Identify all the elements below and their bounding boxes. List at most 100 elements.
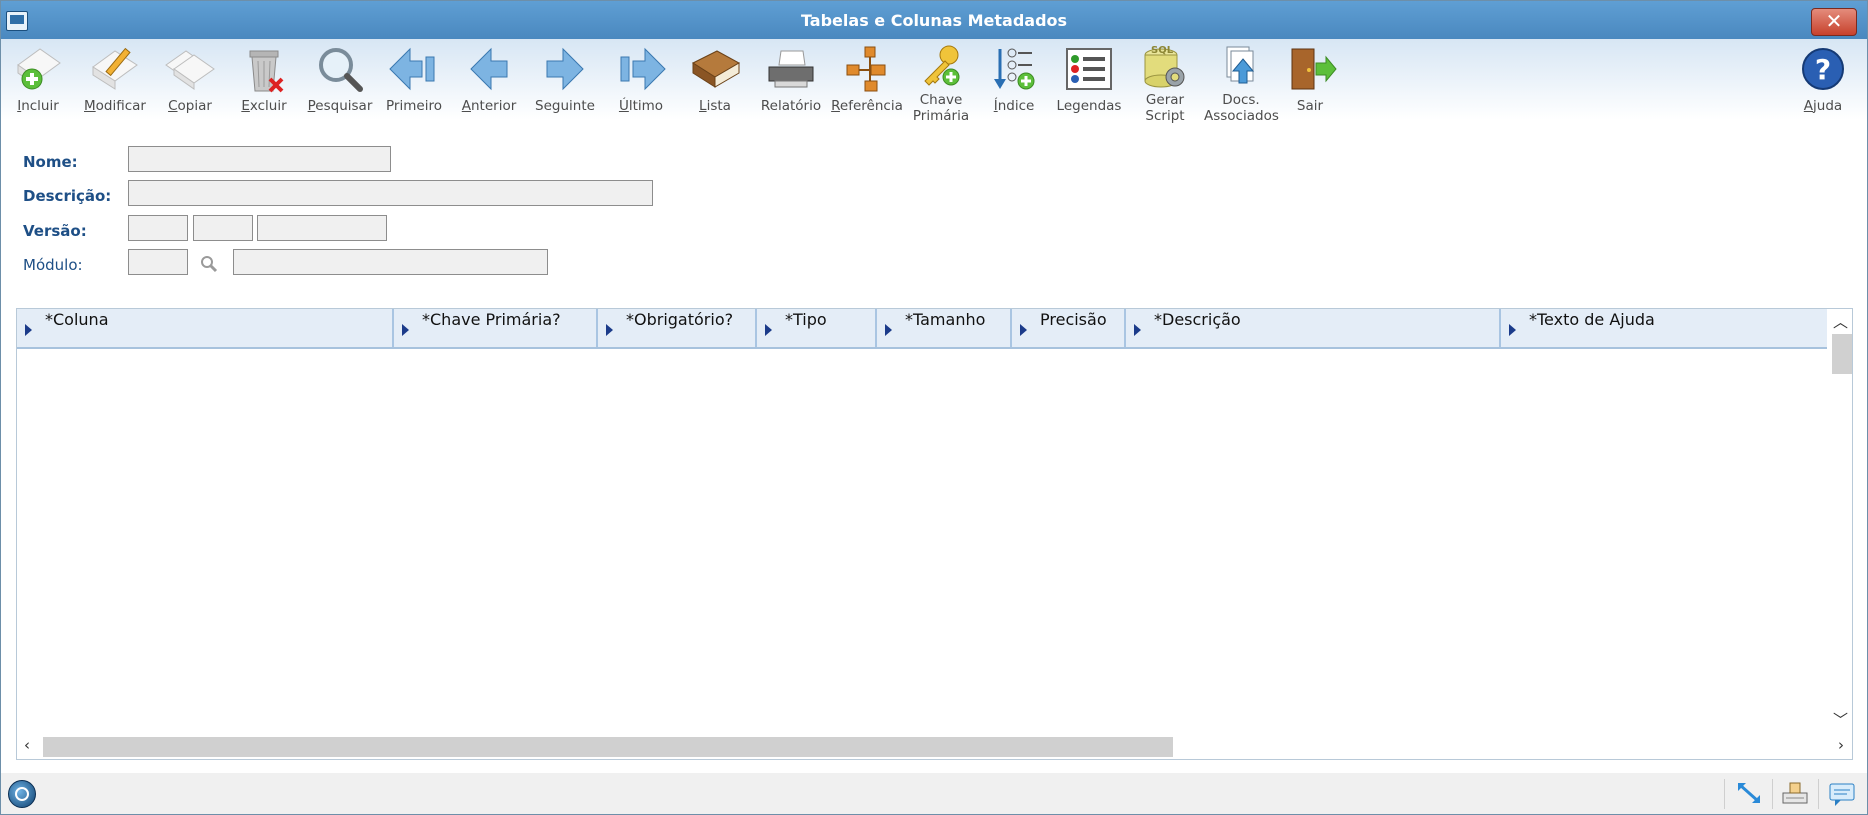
nome-field[interactable]	[128, 146, 391, 172]
lista-button[interactable]: Lista	[678, 39, 752, 113]
sort-arrow-icon	[765, 324, 772, 336]
referencia-label: Referência	[831, 98, 903, 114]
exit-door-icon	[1291, 48, 1337, 90]
index-icon	[994, 48, 1035, 90]
modulo-name-field[interactable]	[233, 249, 548, 275]
seguinte-button[interactable]: Seguinte	[528, 39, 602, 113]
vertical-scrollbar[interactable]: ︿ ﹀	[1828, 309, 1852, 734]
keyboard-icon[interactable]	[1780, 779, 1810, 807]
indice-label: Índice	[993, 98, 1035, 114]
modulo-label: Módulo:	[23, 256, 83, 274]
excluir-button[interactable]: Excluir	[227, 39, 301, 113]
referencia-button[interactable]: Referência	[830, 39, 904, 113]
modificar-button[interactable]: Modificar	[78, 39, 152, 113]
trash-icon	[249, 50, 284, 93]
vertical-scroll-thumb[interactable]	[1832, 334, 1852, 374]
column-header-label: *Tipo	[785, 310, 827, 329]
column-header-precisao[interactable]: Precisão	[1012, 309, 1126, 347]
sort-arrow-icon	[885, 324, 892, 336]
versao-minor-field[interactable]	[193, 215, 253, 241]
column-header-chave-primaria[interactable]: *Chave Primária?	[394, 309, 598, 347]
relatorio-label: Relatório	[760, 98, 822, 114]
toolbar: Incluir Modificar Copiar Excluir Pesquis…	[1, 39, 1867, 127]
column-header-texto-ajuda[interactable]: *Texto de Ajuda	[1501, 309, 1827, 347]
printer-icon	[768, 50, 814, 88]
versao-label: Versão:	[23, 222, 87, 240]
column-header-label: Precisão	[1040, 310, 1107, 329]
gerar-script-label: Gerar	[1145, 92, 1185, 108]
ajuda-label: Ajuda	[1803, 98, 1843, 114]
column-header-descricao[interactable]: *Descrição	[1126, 309, 1501, 347]
key-icon	[924, 45, 960, 86]
copiar-label: Copiar	[168, 98, 212, 114]
column-header-tamanho[interactable]: *Tamanho	[877, 309, 1012, 347]
scroll-down-icon[interactable]: ﹀	[1833, 709, 1848, 730]
horizontal-scrollbar[interactable]: ‹ ›	[17, 734, 1852, 759]
nome-label: Nome:	[23, 153, 78, 171]
resize-arrow-icon[interactable]	[1734, 779, 1764, 807]
versao-major-field[interactable]	[128, 215, 188, 241]
indice-button[interactable]: Índice	[977, 39, 1051, 113]
system-logo-icon[interactable]	[8, 780, 36, 808]
divider	[1724, 779, 1725, 809]
help-icon: ?	[1802, 48, 1844, 90]
sair-button[interactable]: Sair	[1273, 39, 1347, 113]
first-arrow-icon	[389, 47, 435, 91]
scroll-left-icon[interactable]: ‹	[24, 736, 30, 754]
legendas-button[interactable]: Legendas	[1052, 39, 1126, 113]
pesquisar-button[interactable]: Pesquisar	[303, 39, 377, 113]
column-header-label: *Texto de Ajuda	[1529, 310, 1655, 329]
sort-arrow-icon	[1134, 324, 1141, 336]
gerar-script-button[interactable]: SQL Gerar Script	[1128, 39, 1202, 123]
lista-label: Lista	[699, 98, 731, 114]
copy-document-icon	[165, 50, 215, 90]
docs-associados-label: Docs.	[1222, 92, 1260, 108]
column-header-label: *Obrigatório?	[626, 310, 734, 329]
title-bar: Tabelas e Colunas Metadados ✕	[1, 1, 1867, 39]
anterior-label: Anterior	[461, 98, 517, 114]
modulo-code-field[interactable]	[128, 249, 188, 275]
sql-script-icon: SQL	[1144, 45, 1185, 88]
docs-associados-button[interactable]: Docs. Associados	[1204, 39, 1279, 124]
column-header-label: *Tamanho	[905, 310, 986, 329]
legend-icon	[1066, 48, 1112, 90]
chave-primaria-label: Chave	[919, 92, 963, 108]
magnifier-icon	[319, 48, 363, 92]
docs-associados-label-2: Associados	[1204, 108, 1279, 124]
magnifier-icon[interactable]	[199, 254, 219, 274]
divider	[1818, 779, 1819, 809]
seguinte-label: Seguinte	[535, 98, 595, 114]
grid-header: *Coluna *Chave Primária? *Obrigatório? *…	[17, 309, 1827, 349]
descricao-field[interactable]	[128, 180, 653, 206]
horizontal-scroll-thumb[interactable]	[43, 737, 1173, 757]
chat-icon[interactable]	[1827, 779, 1857, 807]
book-icon	[691, 50, 741, 88]
copiar-button[interactable]: Copiar	[153, 39, 227, 113]
column-header-obrigatorio[interactable]: *Obrigatório?	[598, 309, 757, 347]
previous-arrow-icon	[470, 47, 508, 91]
sort-arrow-icon	[1020, 324, 1027, 336]
primeiro-button[interactable]: Primeiro	[377, 39, 451, 113]
primeiro-label: Primeiro	[386, 98, 442, 114]
next-arrow-icon	[546, 47, 584, 91]
column-header-coluna[interactable]: *Coluna	[17, 309, 394, 347]
close-button[interactable]: ✕	[1811, 8, 1857, 36]
column-header-label: *Descrição	[1154, 310, 1241, 329]
relatorio-button[interactable]: Relatório	[754, 39, 828, 113]
incluir-button[interactable]: Incluir	[1, 39, 75, 113]
divider	[1772, 779, 1773, 809]
scroll-up-icon[interactable]: ︿	[1833, 311, 1848, 332]
gerar-script-label-2: Script	[1145, 108, 1185, 124]
edit-document-icon	[92, 47, 138, 90]
sort-arrow-icon	[1509, 324, 1516, 336]
ultimo-button[interactable]: Último	[604, 39, 678, 113]
scroll-right-icon[interactable]: ›	[1838, 736, 1844, 754]
ajuda-button[interactable]: ? Ajuda	[1786, 39, 1860, 113]
add-document-icon	[17, 48, 61, 90]
columns-grid[interactable]: *Coluna *Chave Primária? *Obrigatório? *…	[16, 308, 1853, 760]
versao-patch-field[interactable]	[257, 215, 387, 241]
chave-primaria-button[interactable]: Chave Primária	[904, 39, 978, 123]
sort-arrow-icon	[606, 324, 613, 336]
column-header-tipo[interactable]: *Tipo	[757, 309, 877, 347]
anterior-button[interactable]: Anterior	[452, 39, 526, 113]
